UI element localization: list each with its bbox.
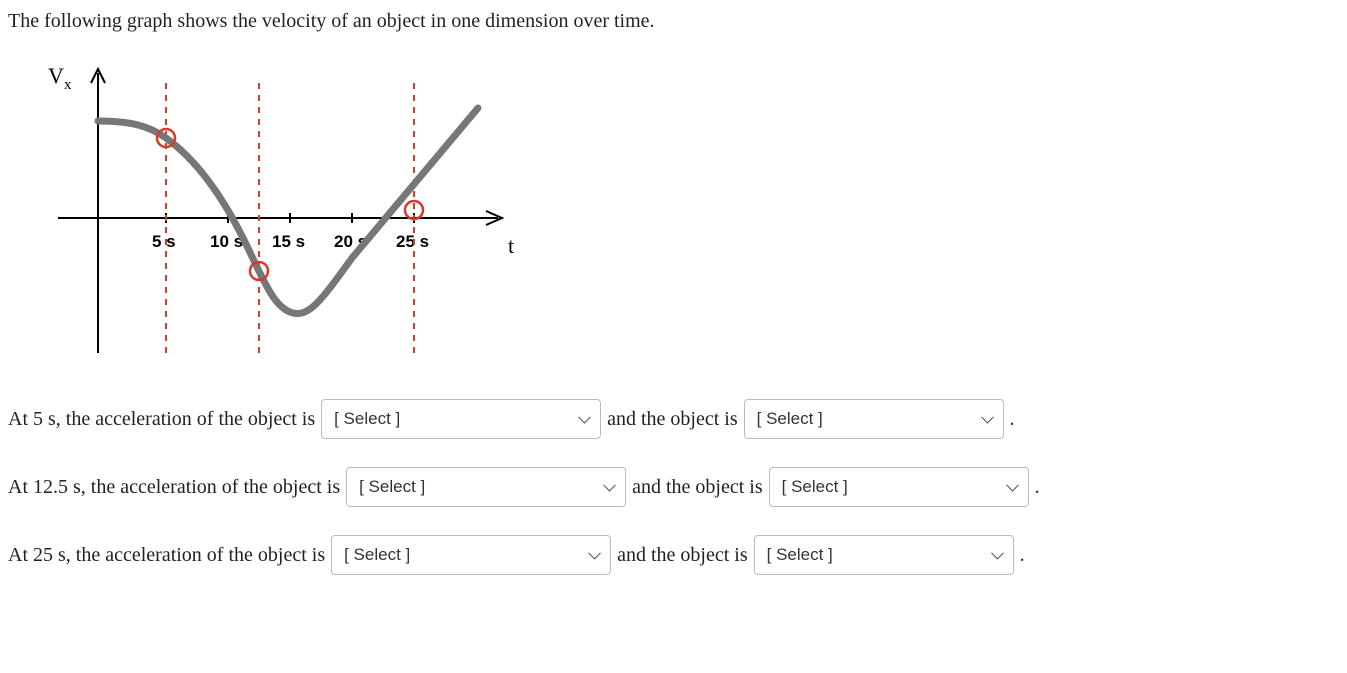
q1-lead: At 5 s, the acceleration of the object i… — [8, 408, 315, 431]
question-row-3: At 25 s, the acceleration of the object … — [8, 535, 1339, 575]
x-axis-label: t — [508, 233, 514, 258]
q1-mid: and the object is — [607, 408, 738, 431]
q2-lead: At 12.5 s, the acceleration of the objec… — [8, 476, 340, 499]
q2-mid: and the object is — [632, 476, 763, 499]
velocity-curve — [98, 108, 478, 314]
q3-motion-select[interactable]: [ Select ] — [754, 535, 1014, 575]
question-row-1: At 5 s, the acceleration of the object i… — [8, 399, 1339, 439]
q1-tail: . — [1010, 408, 1015, 431]
q1-accel-select[interactable]: [ Select ] — [321, 399, 601, 439]
tick-5s: 5 s — [152, 232, 176, 251]
y-axis-label: V — [48, 63, 64, 88]
velocity-graph-svg: V x t 5 s 10 s 15 s 20 s 25 s — [18, 53, 518, 363]
q3-lead: At 25 s, the acceleration of the object … — [8, 544, 325, 567]
q3-accel-select[interactable]: [ Select ] — [331, 535, 611, 575]
q3-tail: . — [1020, 544, 1025, 567]
intro-text: The following graph shows the velocity o… — [8, 10, 1339, 33]
q2-motion-select[interactable]: [ Select ] — [769, 467, 1029, 507]
q2-tail: . — [1035, 476, 1040, 499]
tick-25s: 25 s — [396, 232, 429, 251]
y-axis-label-sub: x — [64, 77, 72, 93]
tick-15s: 15 s — [272, 232, 305, 251]
question-row-2: At 12.5 s, the acceleration of the objec… — [8, 467, 1339, 507]
velocity-graph: V x t 5 s 10 s 15 s 20 s 25 s — [18, 53, 1339, 369]
q3-mid: and the object is — [617, 544, 748, 567]
q2-accel-select[interactable]: [ Select ] — [346, 467, 626, 507]
q1-motion-select[interactable]: [ Select ] — [744, 399, 1004, 439]
